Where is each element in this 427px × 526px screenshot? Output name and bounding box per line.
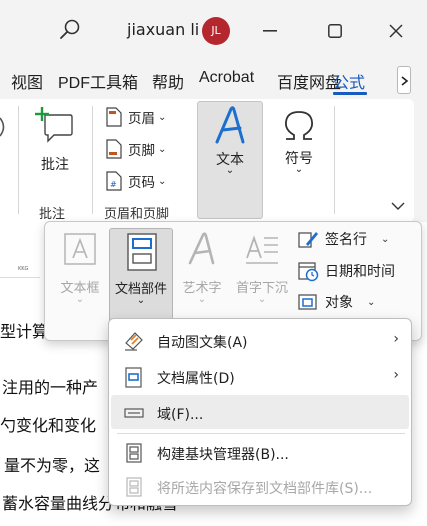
menu-item-building-blocks-organizer-label: 构建基块管理器(B)... [157,447,289,463]
textbox-button[interactable]: 文本框 ⌄ [49,228,111,334]
object-label: 对象 [325,295,353,311]
chevron-right-icon [401,76,409,86]
signature-line-icon [298,232,318,248]
menu-item-field[interactable]: 域(F)... [111,395,409,429]
menu-separator [117,433,405,434]
menu-item-autotext-label: 自动图文集(A) [157,335,248,351]
header-footer-group-label: 页眉和页脚 [104,207,170,222]
signature-line-label: 签名行 [325,232,367,248]
new-comment-label: 批注 [41,157,69,173]
header-icon [106,107,122,127]
autotext-icon [125,332,143,351]
group-separator [334,106,335,214]
comment-group-label: 批注 [39,207,66,222]
chevron-down-icon: ⌄ [225,165,235,176]
chevron-down-icon: ⌄ [257,294,267,305]
chevron-down-icon: ⌄ [75,294,85,305]
text-icon [215,106,245,144]
ribbon-tabs: 视图 PDF工具箱 帮助 Acrobat 百度网盘 公式 [0,62,427,98]
document-text-line: 型计算 [0,322,49,341]
tab-scroll-right-button[interactable] [397,66,411,94]
date-time-icon [298,262,319,282]
close-icon [389,24,403,38]
menu-item-autotext[interactable]: 自动图文集(A) › [111,323,409,357]
tab-help[interactable]: 帮助 [152,69,184,93]
ribbon-collapse-button[interactable] [389,198,407,214]
page-number-button[interactable]: # 页码 ⌄ [106,169,166,193]
footer-button[interactable]: 页脚 ⌄ [106,137,166,161]
menu-item-save-selection-label: 将所选内容保存到文档部件库(S)... [157,481,373,497]
header-button[interactable]: 页眉 ⌄ [106,105,166,129]
maximize-icon [328,24,342,38]
omega-symbol-icon [285,111,313,140]
menu-item-document-property-label: 文档属性(D) [157,371,235,387]
quick-parts-icon [127,233,157,271]
user-name[interactable]: jiaxuan li [127,20,199,39]
textbox-icon [64,233,96,265]
chevron-down-icon: ⌄ [136,295,146,306]
chevron-down-icon: ⌄ [197,294,207,305]
chevron-right-icon: › [393,367,399,383]
tab-selected-underline [333,92,367,95]
footer-label: 页脚 [128,143,155,159]
wordart-icon [188,232,215,265]
new-comment-icon [35,107,73,143]
chevron-down-icon: ⌄ [158,111,167,123]
text-button[interactable]: 文本 ⌄ [197,101,263,219]
tab-pdf-toolbox[interactable]: PDF工具箱 [58,69,138,93]
save-selection-icon [126,477,142,497]
object-icon [298,294,317,310]
thumbnail-caption: KKG [18,266,29,272]
tab-acrobat[interactable]: Acrobat [199,69,254,87]
signature-line-button[interactable]: 签名行 ⌄ [297,227,389,251]
chevron-down-icon: ⌄ [158,143,167,155]
chevron-down-icon: ⌄ [367,296,376,308]
new-comment-button[interactable]: 批注 [24,104,86,182]
document-property-icon [125,367,142,388]
title-bar: jiaxuan li JL [0,0,427,62]
drop-cap-icon [246,235,278,264]
search-icon[interactable] [58,18,82,42]
group-separator [18,106,19,214]
tab-view[interactable]: 视图 [11,69,43,93]
document-image-thumbnail: KKG [0,224,40,278]
page-number-icon: # [106,171,122,191]
minimize-icon [263,30,277,32]
group-separator [92,106,93,214]
document-text-line: 勺变化和变化 [0,416,97,435]
menu-item-document-property[interactable]: 文档属性(D) › [111,359,409,393]
menu-item-building-blocks-organizer[interactable]: 构建基块管理器(B)... [111,435,409,469]
document-text-line: 量不为零，这 [4,456,101,475]
field-icon [124,408,144,418]
page-number-label: 页码 [128,175,155,191]
object-button[interactable]: 对象 ⌄ [297,290,375,314]
footer-icon [106,139,122,159]
chevron-down-icon: ⌄ [158,175,167,187]
chevron-down-icon: ⌄ [381,233,390,245]
document-text-line: 注用的一种产 [2,378,99,397]
svg-text:#: # [110,180,117,189]
tab-formula[interactable]: 公式 [330,62,398,98]
chevron-right-icon: › [393,331,399,347]
minimize-button[interactable] [248,14,292,48]
quick-parts-menu: 自动图文集(A) › 文档属性(D) › 域(F)... 构建基块管理器(B).… [108,318,412,506]
date-time-button[interactable]: 日期和时间 [297,259,395,283]
avatar[interactable]: JL [202,17,230,45]
close-button[interactable] [374,14,418,48]
partial-icon [0,117,5,137]
chevron-down-icon: ⌄ [294,164,304,175]
restore-button[interactable] [313,14,357,48]
tab-formula-label: 公式 [333,73,366,92]
menu-item-field-label: 域(F)... [157,407,204,423]
symbol-button[interactable]: 符号 ⌄ [270,104,328,184]
menu-item-save-selection[interactable]: 将所选内容保存到文档部件库(S)... [111,469,409,503]
header-label: 页眉 [128,111,155,127]
date-time-label: 日期和时间 [325,264,395,280]
building-blocks-icon [126,443,142,463]
chevron-down-icon [391,202,405,210]
